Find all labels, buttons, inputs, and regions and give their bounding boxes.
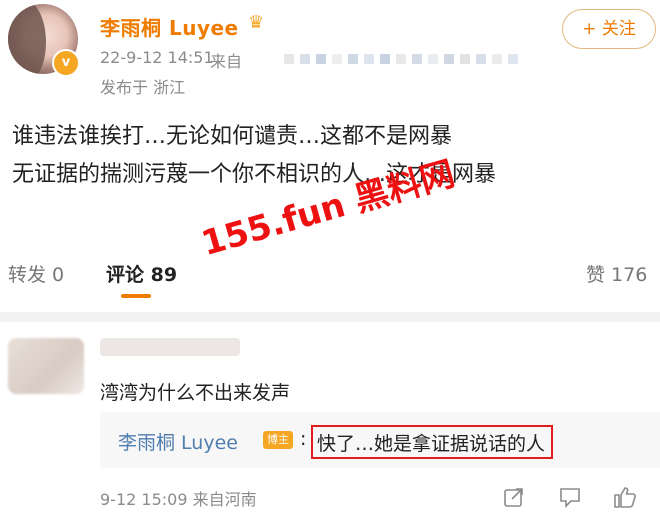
author-badge: 博主	[263, 431, 293, 449]
tab-like[interactable]: 赞 176	[586, 260, 647, 287]
commenter-avatar-blurred[interactable]	[8, 338, 84, 394]
post-time: 22-9-12 14:51	[100, 48, 214, 67]
comment-time: 9-12 15:09 来自河南	[100, 490, 257, 509]
post-source-prefix: 来自	[210, 52, 243, 71]
crown-icon: ♛	[248, 12, 265, 33]
section-divider	[0, 312, 660, 322]
active-tab-indicator	[121, 294, 151, 298]
reply-colon: :	[300, 428, 307, 450]
tab-comment[interactable]: 评论 89	[106, 260, 177, 287]
commenter-name-blurred	[100, 338, 240, 356]
comment-text: 湾湾为什么不出来发声	[100, 382, 291, 404]
like-icon[interactable]	[612, 486, 638, 513]
reply-text: 快了…她是拿证据说话的人	[317, 433, 546, 455]
reply-text-highlighted: 快了…她是拿证据说话的人	[311, 425, 554, 459]
share-icon[interactable]	[503, 486, 525, 513]
verified-badge-icon: v	[52, 49, 80, 77]
post-location: 发布于 浙江	[100, 78, 186, 97]
tab-repost[interactable]: 转发 0	[8, 260, 64, 287]
post-content-line-1: 谁违法谁挨打…无论如何谴责…这都不是网暴	[12, 124, 453, 149]
comment-icon[interactable]	[558, 486, 582, 513]
follow-button[interactable]: + 关注	[562, 9, 656, 49]
author-name[interactable]: 李雨桐 Luyee	[100, 12, 239, 41]
blurred-source-text	[284, 54, 524, 68]
reply-author-name[interactable]: 李雨桐 Luyee	[118, 428, 238, 455]
